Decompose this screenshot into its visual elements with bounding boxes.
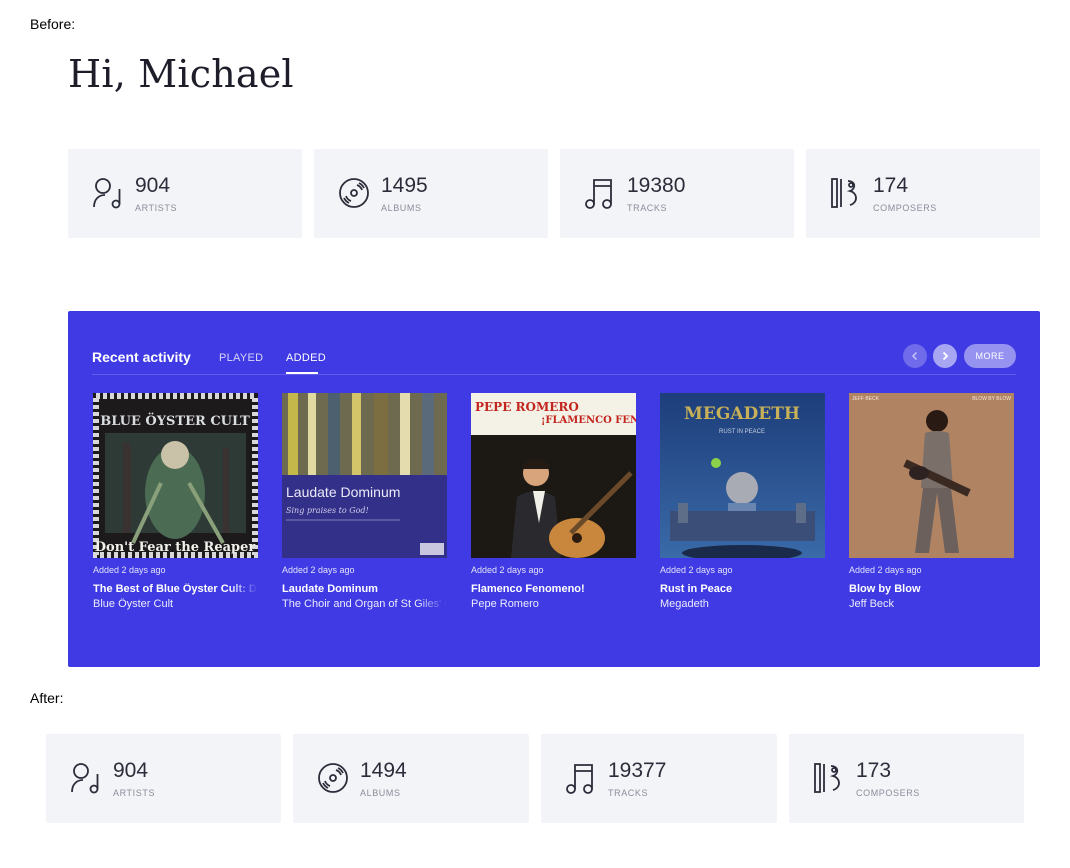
album-added-date: Added 2 days ago <box>471 565 544 575</box>
album-cover-text: Don't Fear the Reaper <box>95 540 256 555</box>
active-tab-indicator <box>286 372 318 374</box>
stat-label: TRACKS <box>608 788 649 798</box>
previous-button[interactable] <box>903 344 927 368</box>
stat-card-composers[interactable]: 173 COMPOSERS <box>789 734 1024 823</box>
artist-icon <box>90 175 126 211</box>
composer-icon <box>828 175 864 211</box>
stat-label: TRACKS <box>627 203 668 213</box>
stat-card-artists[interactable]: 904 ARTISTS <box>46 734 281 823</box>
album-title[interactable]: Blow by Blow <box>849 583 1014 595</box>
album-cover-text: ¡FLAMENCO FENOMENO! <box>541 415 636 426</box>
album-cover-text: BLUE ÖYSTER CULT <box>100 412 250 429</box>
stat-value: 1494 <box>360 759 407 782</box>
stat-value: 19377 <box>608 759 667 782</box>
album-cover[interactable]: PEPE ROMERO ¡FLAMENCO FENOMENO! <box>471 393 636 558</box>
album-card[interactable]: BLUE ÖYSTER CULT Don't Fear the Reaper A… <box>93 393 258 610</box>
album-disc-icon <box>336 175 372 211</box>
album-title[interactable]: Laudate Dominum <box>282 583 447 595</box>
chevron-right-icon <box>942 351 949 361</box>
stat-value: 173 <box>856 759 892 782</box>
stat-card-albums[interactable]: 1495 ALBUMS <box>314 149 548 238</box>
more-button[interactable]: MORE <box>964 344 1016 368</box>
album-artist[interactable]: Megadeth <box>660 598 825 610</box>
album-added-date: Added 2 days ago <box>660 565 733 575</box>
album-title[interactable]: The Best of Blue Öyster Cult: Don't Fear… <box>93 583 258 595</box>
album-cover[interactable]: Laudate Dominum Sing praises to God! <box>282 393 447 558</box>
album-artist[interactable]: The Choir and Organ of St Giles' Cathedr… <box>282 598 447 610</box>
before-label: Before: <box>30 16 76 32</box>
music-note-icon <box>582 175 618 211</box>
album-added-date: Added 2 days ago <box>849 565 922 575</box>
stat-value: 1495 <box>381 174 428 197</box>
album-cover[interactable]: BLUE ÖYSTER CULT Don't Fear the Reaper <box>93 393 258 558</box>
album-card[interactable]: PEPE ROMERO ¡FLAMENCO FENOMENO! Added 2 … <box>471 393 636 610</box>
album-cover[interactable]: MEGADETH RUST IN PEACE <box>660 393 825 558</box>
album-artist[interactable]: Pepe Romero <box>471 598 636 610</box>
next-button[interactable] <box>933 344 957 368</box>
stat-value: 904 <box>135 174 171 197</box>
tab-played[interactable]: PLAYED <box>219 352 263 364</box>
album-title[interactable]: Rust in Peace <box>660 583 825 595</box>
album-card[interactable]: JEFF BECK BLOW BY BLOW Added 2 days ago … <box>849 393 1014 610</box>
stat-label: COMPOSERS <box>873 203 937 213</box>
album-title[interactable]: Flamenco Fenomeno! <box>471 583 636 595</box>
recent-activity-header: Recent activity PLAYED ADDED MORE <box>92 311 1016 375</box>
stat-card-albums[interactable]: 1494 ALBUMS <box>293 734 529 823</box>
album-disc-icon <box>315 760 351 796</box>
album-cover-text: JEFF BECK <box>852 396 880 402</box>
composer-icon <box>811 760 847 796</box>
album-cover-text: Sing praises to God! <box>286 506 369 515</box>
album-cover-text: RUST IN PEACE <box>719 429 765 435</box>
album-card[interactable]: Laudate Dominum Sing praises to God! Add… <box>282 393 447 610</box>
stat-card-artists[interactable]: 904 ARTISTS <box>68 149 302 238</box>
stat-card-tracks[interactable]: 19380 TRACKS <box>560 149 794 238</box>
chevron-left-icon <box>911 351 918 361</box>
greeting-heading: Hi, Michael <box>68 52 294 96</box>
tab-added[interactable]: ADDED <box>286 352 326 364</box>
stat-label: ARTISTS <box>113 788 156 798</box>
album-artist[interactable]: Jeff Beck <box>849 598 1014 610</box>
album-cover-text: BLOW BY BLOW <box>972 396 1011 402</box>
artist-icon <box>68 760 104 796</box>
stat-card-composers[interactable]: 174 COMPOSERS <box>806 149 1040 238</box>
album-added-date: Added 2 days ago <box>282 565 355 575</box>
stat-card-tracks[interactable]: 19377 TRACKS <box>541 734 777 823</box>
recent-activity-title: Recent activity <box>92 349 191 365</box>
album-cover-text: PEPE ROMERO <box>475 400 579 414</box>
after-label: After: <box>30 690 64 706</box>
album-artist[interactable]: Blue Öyster Cult <box>93 598 258 610</box>
album-added-date: Added 2 days ago <box>93 565 166 575</box>
recent-activity-panel: Recent activity PLAYED ADDED MORE BLUE Ö… <box>68 311 1040 667</box>
stat-value: 174 <box>873 174 909 197</box>
album-cover[interactable]: JEFF BECK BLOW BY BLOW <box>849 393 1014 558</box>
stat-label: COMPOSERS <box>856 788 920 798</box>
music-note-icon <box>563 760 599 796</box>
album-cover-text: Laudate Dominum <box>286 484 400 500</box>
album-card[interactable]: MEGADETH RUST IN PEACE Added 2 days ago … <box>660 393 825 610</box>
stat-label: ALBUMS <box>360 788 401 798</box>
stat-label: ARTISTS <box>135 203 178 213</box>
stat-value: 19380 <box>627 174 686 197</box>
album-cover-text: MEGADETH <box>684 404 800 424</box>
stat-value: 904 <box>113 759 149 782</box>
stat-label: ALBUMS <box>381 203 422 213</box>
